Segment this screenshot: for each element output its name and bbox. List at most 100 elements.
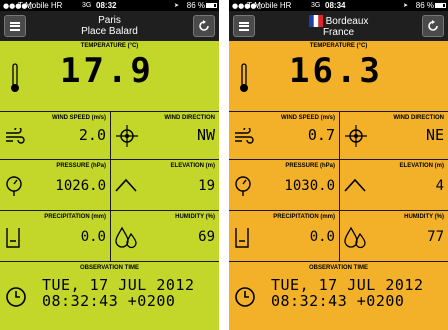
observation-cell: OBSERVATION TIME TUE, 17 JUL 2012 08:32:… [0,261,219,330]
station-title: Bordeaux France [259,15,418,38]
barometer-icon [6,176,22,196]
clock: 08:34 [325,1,346,10]
wind-direction-value: NE [425,126,444,144]
wind-speed-value: 0.7 [307,126,335,144]
status-bar: ●●●●○ T-Mobile HR 3G 08:32 ➤ 86 % [0,0,219,11]
weather-panel: TEMPERATURE (°C) 16.3 WIND SPEED (m/s) 0… [229,41,448,330]
hamburger-icon [239,21,249,31]
weather-screen-bordeaux: ●●●●○ T-Mobile HR 3G 08:34 ➤ 86 % Bordea… [229,0,448,330]
refresh-button[interactable] [422,15,444,37]
location-arrow-icon: ➤ [173,2,179,9]
wind-speed-cell: WIND SPEED (m/s) 0.7 [229,111,339,159]
refresh-icon [428,20,438,31]
wind-icon [235,128,254,144]
grid-divider [339,111,340,261]
precipitation-value: 0.0 [80,229,106,245]
pressure-label: PRESSURE (hPa) [56,163,106,169]
humidity-cell: HUMIDITY (%) 69 [110,210,219,261]
wind-icon [6,128,25,144]
observation-cell: OBSERVATION TIME TUE, 17 JUL 2012 08:32:… [229,261,448,330]
temperature-label: TEMPERATURE (°C) [80,43,139,49]
menu-button[interactable] [233,15,255,37]
precipitation-label: PRECIPITATION (mm) [273,214,335,220]
station-title: Paris Place Balard [30,15,189,37]
weather-panel: TEMPERATURE (°C) 17.9 WIND SPEED (m/s) 2… [0,41,219,330]
observation-time: 08:32:43 +0200 [42,292,176,310]
elevation-label: ELEVATION (m) [170,163,215,169]
wind-speed-label: WIND SPEED (m/s) [280,115,335,121]
location-arrow-icon: ➤ [402,2,408,9]
network-label: 3G [311,2,321,9]
wind-direction-cell: WIND DIRECTION NE [339,111,448,159]
network-label: 3G [82,2,92,9]
wind-direction-label: WIND DIRECTION [393,115,444,121]
pressure-cell: PRESSURE (hPa) 1026.0 [0,159,110,210]
wind-direction-cell: WIND DIRECTION NW [110,111,219,159]
observation-label: OBSERVATION TIME [308,265,368,271]
mountain-icon [115,178,137,192]
elevation-label: ELEVATION (m) [399,163,444,169]
battery-icon [206,3,217,8]
wind-speed-value: 2.0 [78,126,106,144]
observation-label: OBSERVATION TIME [79,265,139,271]
temperature-value: 16.3 [289,51,383,91]
refresh-button[interactable] [193,15,215,37]
clock-icon [6,287,26,307]
pressure-value: 1026.0 [55,178,106,194]
wind-speed-label: WIND SPEED (m/s) [51,115,106,121]
thermometer-icon [11,63,19,92]
weather-screen-paris: ●●●●○ T-Mobile HR 3G 08:32 ➤ 86 % Paris … [0,0,219,330]
elevation-cell: ELEVATION (m) 19 [110,159,219,210]
thermometer-icon [240,63,248,92]
temperature-label: TEMPERATURE (°C) [309,43,368,49]
menu-button[interactable] [4,15,26,37]
battery-percent: 86 % [415,1,434,10]
station-subtitle: Place Balard [81,26,138,37]
humidity-value: 69 [198,229,215,245]
elevation-value: 19 [198,178,215,194]
elevation-cell: ELEVATION (m) 4 [339,159,448,210]
nav-bar: Paris Place Balard [0,11,219,41]
pressure-value: 1030.0 [284,178,335,194]
compass-icon [345,125,367,147]
barometer-icon [235,176,251,196]
precipitation-label: PRECIPITATION (mm) [44,214,106,220]
refresh-icon [199,20,209,31]
mountain-icon [344,178,366,192]
humidity-value: 77 [427,229,444,245]
station-subtitle: France [322,27,355,38]
hamburger-icon [10,21,20,31]
clock-icon [235,287,255,307]
rain-gauge-icon [6,228,20,248]
humidity-cell: HUMIDITY (%) 77 [339,210,448,261]
nav-bar: Bordeaux France [229,11,448,41]
elevation-value: 4 [435,178,444,194]
battery-percent: 86 % [186,1,205,10]
pressure-cell: PRESSURE (hPa) 1030.0 [229,159,339,210]
status-bar: ●●●●○ T-Mobile HR 3G 08:34 ➤ 86 % [229,0,448,11]
precipitation-value: 0.0 [309,229,335,245]
humidity-label: HUMIDITY (%) [175,214,215,220]
station-city: Paris [98,15,121,26]
compass-icon [116,125,138,147]
observation-time: 08:32:43 +0200 [271,292,405,310]
pressure-label: PRESSURE (hPa) [285,163,335,169]
carrier-label: T-Mobile HR [247,1,292,10]
rain-gauge-icon [235,228,249,248]
humidity-label: HUMIDITY (%) [404,214,444,220]
temperature-cell: TEMPERATURE (°C) 17.9 [0,41,219,111]
temperature-cell: TEMPERATURE (°C) 16.3 [229,41,448,111]
wind-direction-label: WIND DIRECTION [164,115,215,121]
station-city: Bordeaux [325,15,369,27]
france-flag-icon [308,15,323,27]
grid-divider [110,111,111,261]
temperature-value: 17.9 [60,51,154,91]
precipitation-cell: PRECIPITATION (mm) 0.0 [229,210,339,261]
wind-direction-value: NW [196,126,215,144]
wind-speed-cell: WIND SPEED (m/s) 2.0 [0,111,110,159]
precipitation-cell: PRECIPITATION (mm) 0.0 [0,210,110,261]
droplets-icon [344,226,366,249]
clock: 08:32 [96,1,117,10]
carrier-label: T-Mobile HR [18,1,63,10]
droplets-icon [115,226,137,249]
